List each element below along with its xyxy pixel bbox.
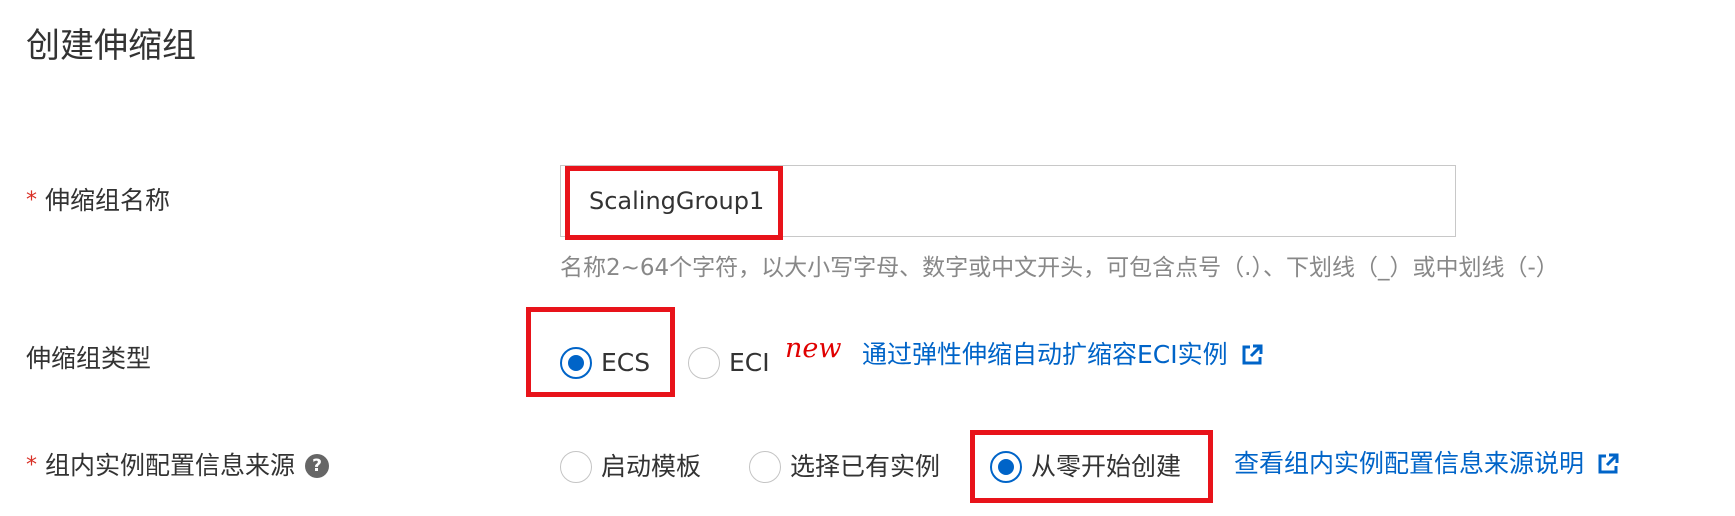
- radio-launch-template-indicator[interactable]: [560, 451, 592, 483]
- radio-existing-instance-indicator[interactable]: [749, 451, 781, 483]
- external-link-icon: [1240, 343, 1264, 367]
- scaling-group-name-input[interactable]: [560, 165, 1456, 237]
- radio-option-existing-instance[interactable]: 选择已有实例: [749, 451, 940, 483]
- radio-option-eci[interactable]: ECI: [688, 347, 770, 379]
- config-source-label-text: 组内实例配置信息来源: [45, 451, 296, 480]
- radio-eci-label: ECI: [729, 348, 770, 377]
- required-mark: *: [26, 453, 37, 478]
- external-link-icon: [1596, 452, 1620, 476]
- required-mark: *: [26, 188, 37, 213]
- radio-eci-indicator[interactable]: [688, 347, 720, 379]
- radio-launch-template-label: 启动模板: [601, 452, 702, 481]
- config-source-docs-link-text: 查看组内实例配置信息来源说明: [1234, 449, 1585, 478]
- radio-ecs-label: ECS: [601, 348, 651, 377]
- help-icon[interactable]: ?: [305, 454, 330, 478]
- group-type-label: 伸缩组类型: [26, 344, 152, 373]
- radio-option-create-from-scratch[interactable]: 从零开始创建: [990, 451, 1181, 483]
- radio-create-from-scratch-label: 从零开始创建: [1031, 452, 1182, 481]
- radio-ecs-indicator[interactable]: [560, 347, 592, 379]
- config-source-docs-link[interactable]: 查看组内实例配置信息来源说明: [1234, 448, 1620, 480]
- name-field-hint: 名称2~64个字符，以大小写字母、数字或中文开头，可包含点号（.）、下划线（_）…: [560, 255, 1559, 281]
- radio-create-from-scratch-indicator[interactable]: [990, 451, 1022, 483]
- page-title: 创建伸缩组: [26, 26, 196, 66]
- radio-option-launch-template[interactable]: 启动模板: [560, 451, 701, 483]
- name-field-label-text: 伸缩组名称: [45, 186, 171, 215]
- config-source-label: * 组内实例配置信息来源 ?: [26, 450, 330, 482]
- radio-option-ecs[interactable]: ECS: [560, 347, 650, 379]
- eci-autoscaling-link[interactable]: 通过弹性伸缩自动扩缩容ECI实例: [862, 339, 1264, 371]
- new-badge: new: [785, 333, 842, 364]
- eci-autoscaling-link-text: 通过弹性伸缩自动扩缩容ECI实例: [862, 340, 1228, 369]
- name-field-label: * 伸缩组名称: [26, 185, 170, 217]
- radio-existing-instance-label: 选择已有实例: [790, 452, 941, 481]
